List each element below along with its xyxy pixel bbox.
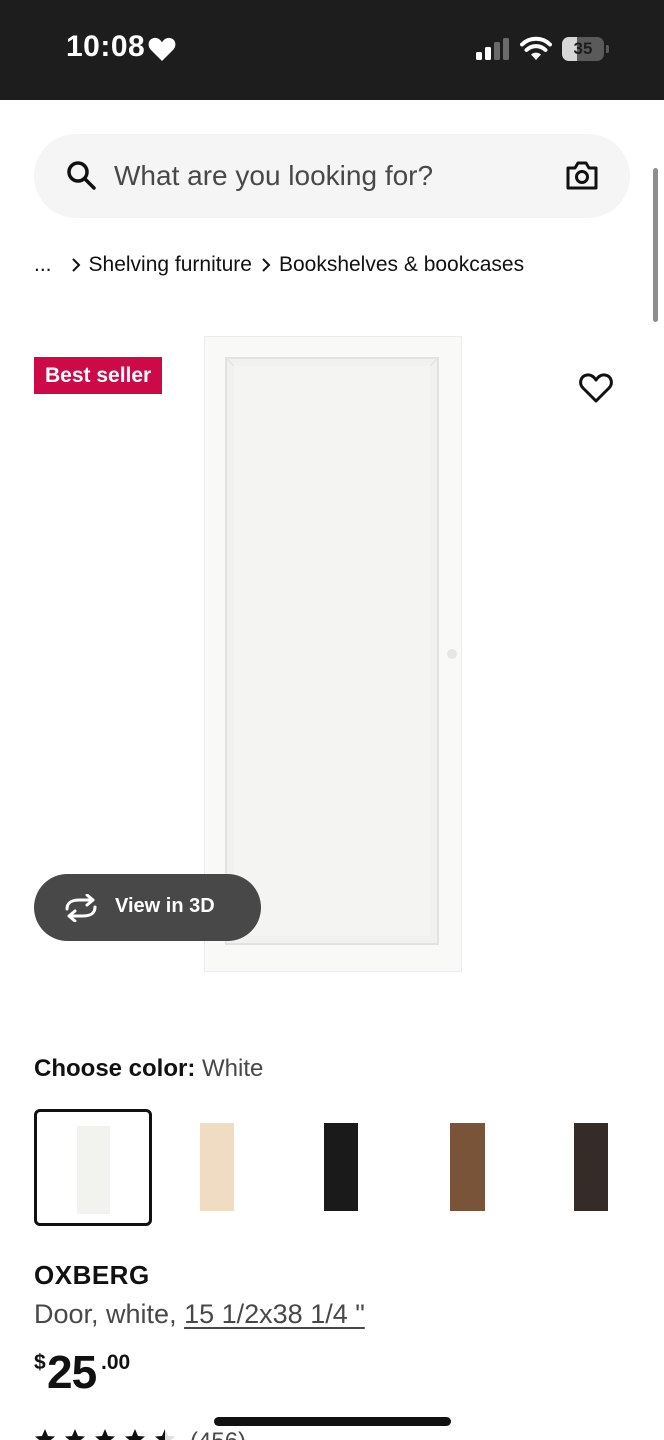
product-size-link[interactable]: 15 1/2x38 1/4 " <box>184 1299 365 1329</box>
view-in-3d-label: View in 3D <box>115 895 215 917</box>
price-decimal: .00 <box>101 1351 131 1374</box>
color-swatch-white[interactable] <box>34 1109 152 1226</box>
swatch-door-walnut <box>450 1123 485 1211</box>
breadcrumb-item-shelving-furniture[interactable]: Shelving furniture <box>89 253 252 277</box>
star-icon <box>35 1429 55 1440</box>
swatch-door-birch <box>200 1123 234 1211</box>
search-icon[interactable] <box>66 160 96 190</box>
view-in-3d-button[interactable]: View in 3D <box>34 874 261 941</box>
status-time: 10:08 <box>66 30 146 63</box>
price-currency: $ <box>34 1351 46 1374</box>
color-swatch-dark-brown[interactable] <box>532 1109 650 1226</box>
star-icon <box>155 1429 175 1440</box>
wifi-icon <box>520 36 552 60</box>
swatch-door-white <box>77 1126 110 1214</box>
star-icon <box>95 1429 115 1440</box>
swatch-door-dark-brown <box>574 1123 608 1211</box>
color-swatch-walnut[interactable] <box>408 1109 526 1226</box>
cellular-signal-icon <box>476 38 509 60</box>
choose-color-heading: Choose color: White <box>34 1055 263 1083</box>
chevron-right-icon <box>71 258 80 272</box>
search-bar[interactable] <box>34 134 630 218</box>
status-bar: 10:08 35 <box>0 0 664 100</box>
breadcrumb: ... Shelving furniture Bookshelves & boo… <box>34 250 524 280</box>
favorite-heart-icon[interactable] <box>579 372 613 404</box>
product-description: Door, white, 15 1/2x38 1/4 " <box>34 1299 365 1330</box>
breadcrumb-ellipsis[interactable]: ... <box>34 253 52 277</box>
camera-icon[interactable] <box>566 160 598 190</box>
battery-indicator: 35 <box>562 37 610 61</box>
heart-status-icon <box>148 37 176 61</box>
search-input[interactable] <box>114 154 534 198</box>
home-indicator[interactable] <box>214 1417 451 1426</box>
product-image[interactable] <box>204 336 462 972</box>
price-integer: 25 <box>47 1346 97 1398</box>
rating-count[interactable]: (456) <box>190 1428 246 1440</box>
color-swatch-birch[interactable] <box>159 1109 277 1226</box>
star-icon <box>65 1429 85 1440</box>
star-icon <box>125 1429 145 1440</box>
chevron-right-icon <box>262 258 271 272</box>
product-rating[interactable]: (456) <box>34 1428 246 1440</box>
breadcrumb-item-bookshelves[interactable]: Bookshelves & bookcases <box>279 253 524 277</box>
battery-percent: 35 <box>573 39 593 58</box>
selected-color-value: White <box>202 1055 264 1082</box>
page-scrollbar[interactable] <box>653 168 658 322</box>
swatch-door-black <box>324 1123 358 1211</box>
best-seller-badge: Best seller <box>34 357 163 394</box>
choose-color-label: Choose color: <box>34 1055 196 1082</box>
color-swatch-black[interactable] <box>282 1109 400 1226</box>
product-name: OXBERG <box>34 1260 150 1290</box>
rotate-3d-icon <box>65 894 97 922</box>
product-type: Door, white, <box>34 1299 177 1329</box>
